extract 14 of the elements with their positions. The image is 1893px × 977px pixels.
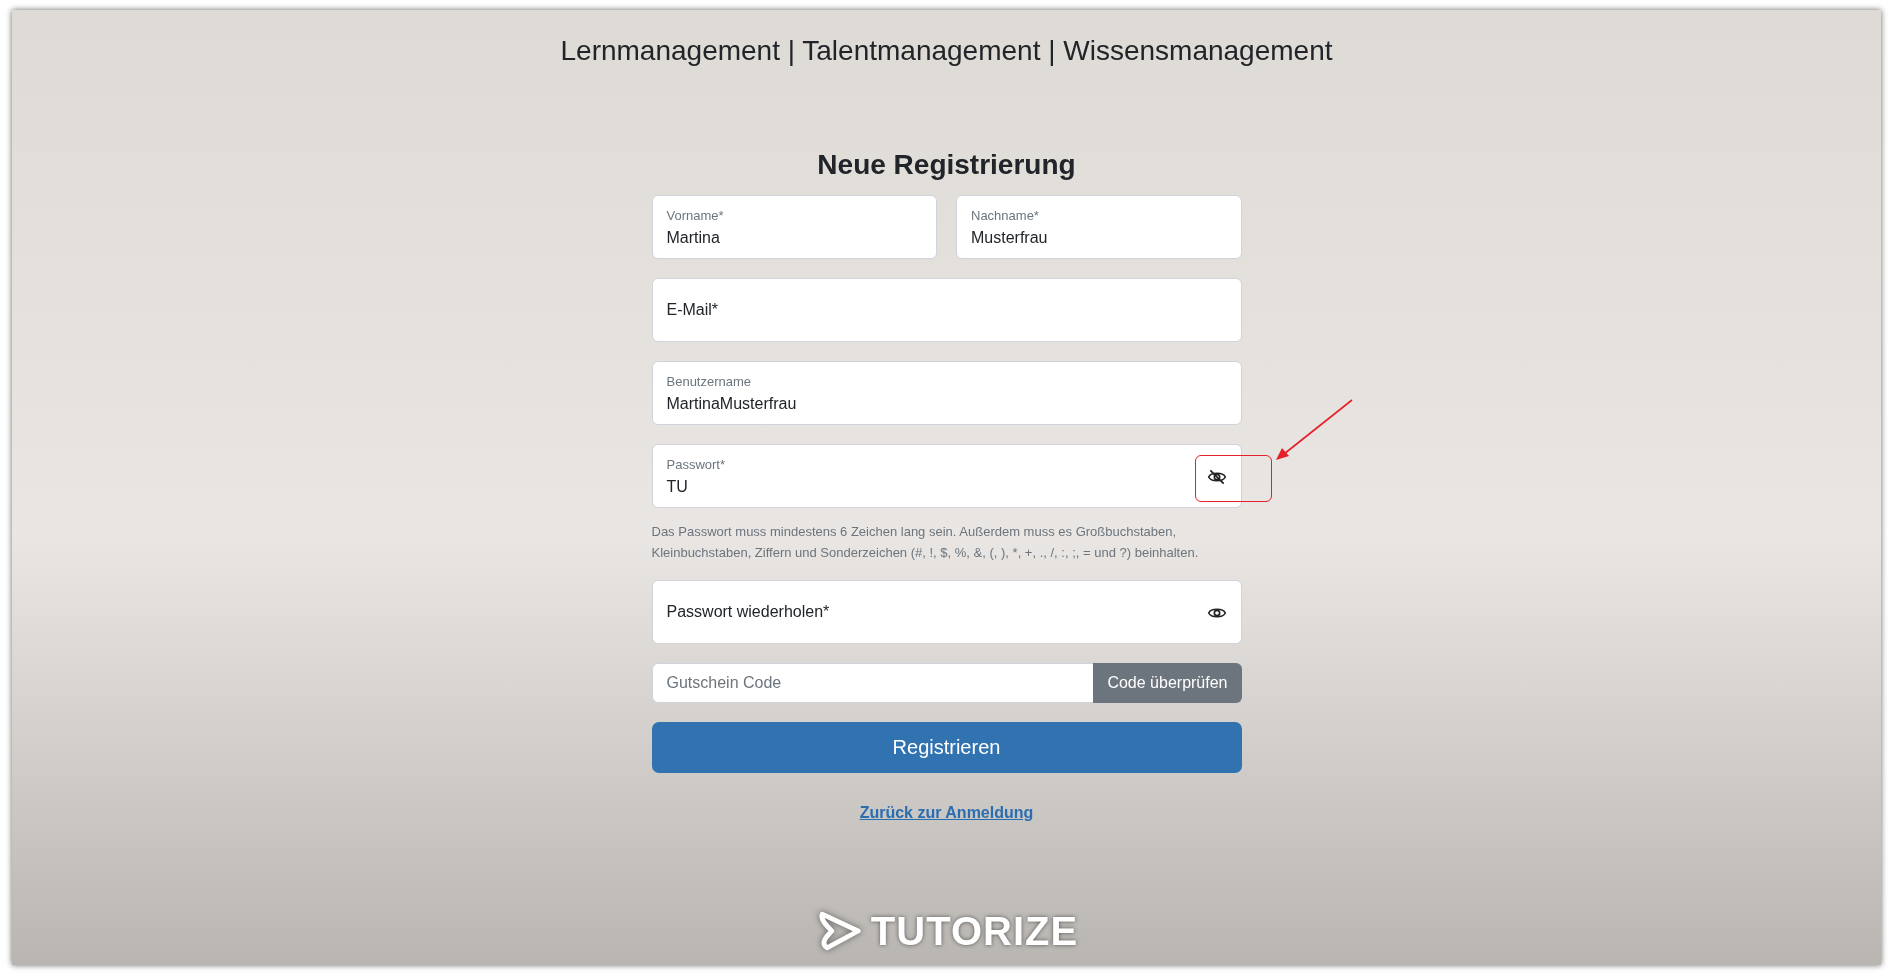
- eye-slash-icon[interactable]: [1206, 467, 1227, 487]
- password-hint: Das Passwort muss mindestens 6 Zeichen lang sein. Außerdem muss es Großbuchstaben, Kleinbuchstaben, Ziffern und Sonderzeichen (#, !, $, %, &, (, ), *, +, ., /, :, ;, = und ?) beinhalten.: [651, 523, 1200, 562]
- voucher-field[interactable]: Gutschein Code: [651, 663, 1094, 703]
- input-field[interactable]: Passwort* TU: [651, 444, 1242, 508]
- logo-text: TUTORIZE: [870, 908, 1079, 954]
- input-field[interactable]: Passwort wiederholen*: [651, 580, 1242, 644]
- page-title: Lernmanagement | Talentmanagement | Wissensmanagement: [560, 35, 1333, 67]
- form-heading: Neue Registrierung: [816, 149, 1077, 181]
- input-field[interactable]: Benutzername MartinaMusterfrau: [651, 361, 1242, 425]
- register-button[interactable]: Registrieren: [651, 722, 1242, 773]
- check-code-button[interactable]: Code überprüfen: [1093, 663, 1242, 703]
- input-field[interactable]: Nachname* Musterfrau: [956, 195, 1242, 259]
- input-field[interactable]: Vorname* Martina: [651, 195, 937, 259]
- input-field[interactable]: E-Mail*: [651, 278, 1242, 342]
